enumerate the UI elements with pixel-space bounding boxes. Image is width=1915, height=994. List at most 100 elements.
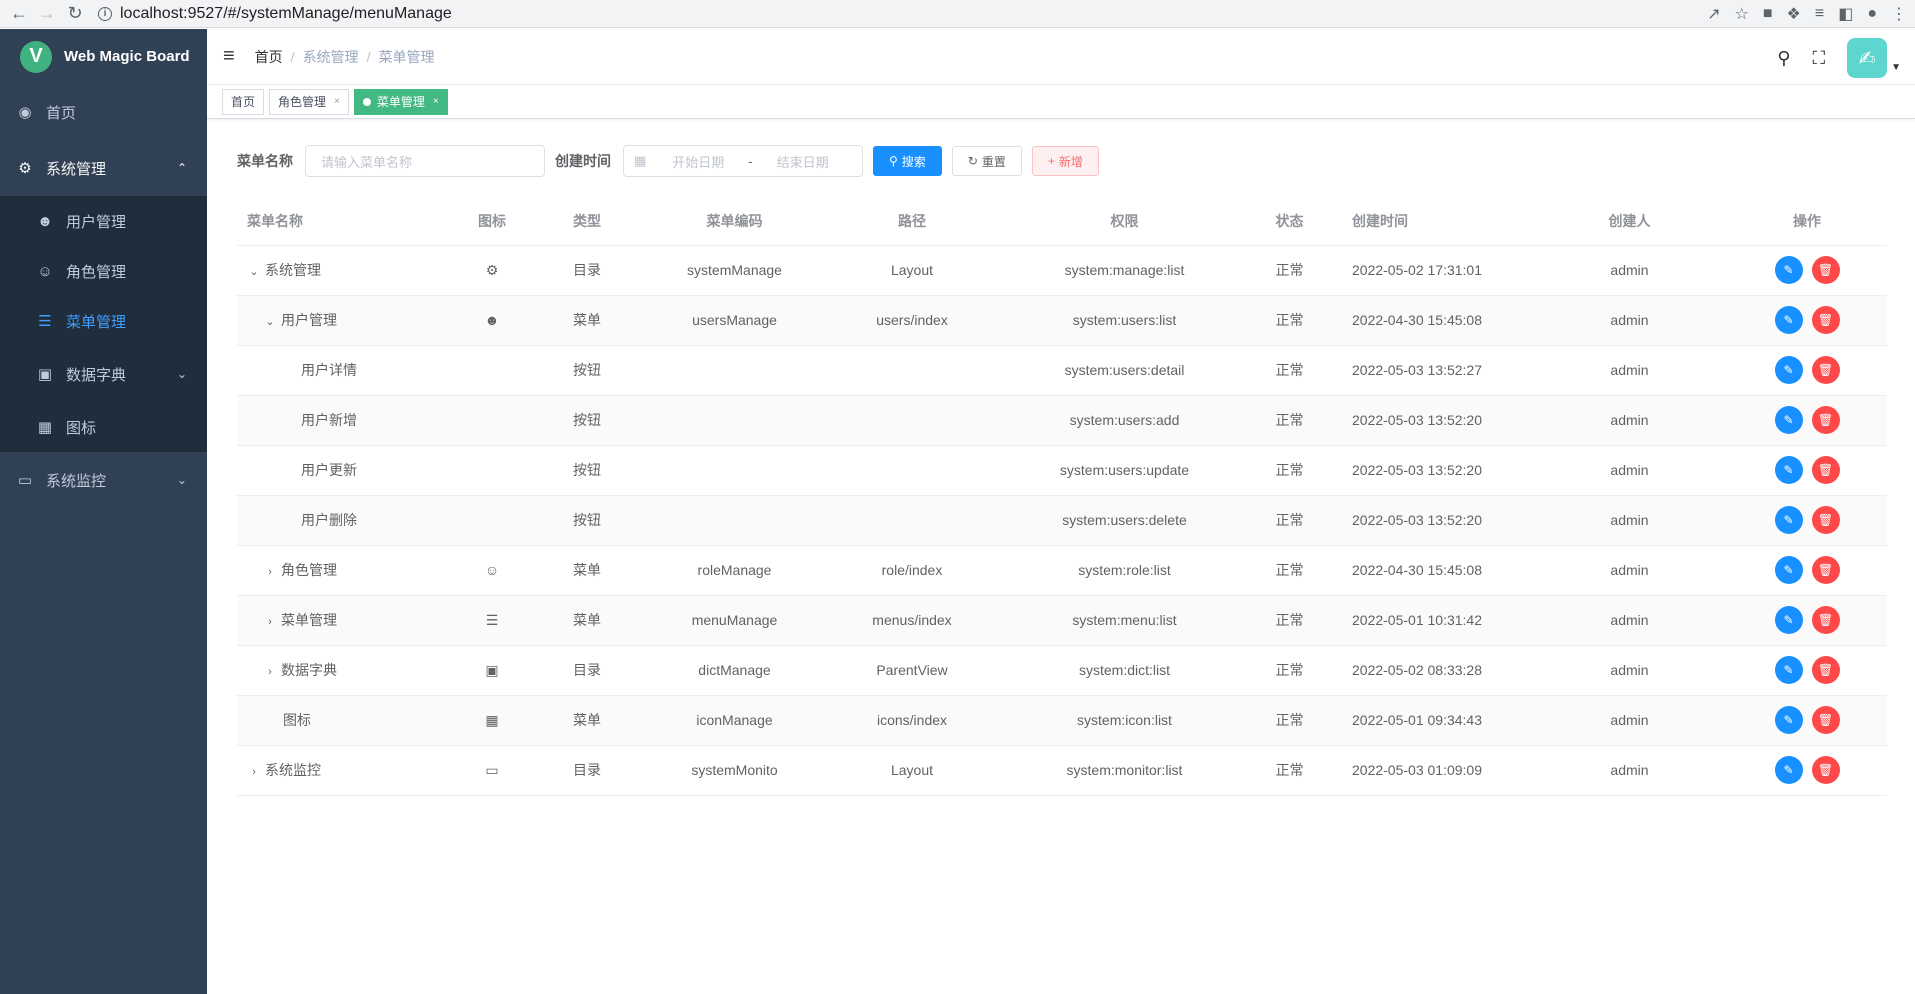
close-icon[interactable]: × [334,96,340,107]
delete-button[interactable]: 🗑 [1811,756,1840,784]
close-icon[interactable]: × [433,96,439,107]
tag-home[interactable]: 首页 [222,88,265,115]
expand-right-icon[interactable]: › [263,616,277,628]
tag-menus[interactable]: 菜单管理 × [353,88,448,115]
edit-button[interactable]: ✎ [1774,606,1803,634]
monitor-icon: ▭ [17,472,33,489]
search-button[interactable]: ⚲ 搜索 [873,146,942,176]
sidebar-item-menus[interactable]: ☰ 菜单管理 [0,296,207,346]
cell-actions: ✎ 🗑 [1727,245,1887,296]
column-header: 路径 [812,197,1012,246]
button-label: 新增 [1058,154,1083,169]
menu-name: 数据字典 [281,662,337,678]
menu-name: 角色管理 [281,562,337,578]
edit-button[interactable]: ✎ [1774,306,1803,334]
delete-button[interactable]: 🗑 [1811,606,1840,634]
sidebar-item-home[interactable]: ◉ 首页 [0,84,207,140]
cell-code: iconManage [657,695,812,746]
cell-actions: ✎ 🗑 [1727,545,1887,596]
start-date-input[interactable]: 开始日期 [660,152,736,171]
cell-created-time: 2022-05-03 13:52:20 [1342,495,1532,546]
delete-button[interactable]: 🗑 [1811,656,1840,684]
extension-icon[interactable]: ■ [1763,5,1773,23]
expand-down-icon[interactable]: ⌄ [263,315,277,328]
table-row: 用户删除 按钮 system:users:delete 正常 2022-05-03 13… [237,495,1887,546]
cell-actions: ✎ 🗑 [1727,295,1887,346]
sidebar-item-monitor[interactable]: ▭ 系统监控 ⌄ [0,452,207,508]
table-row: › 数据字典 ▣ 目录 dictManage ParentView system:dict:… [237,645,1887,696]
end-date-input[interactable]: 结束日期 [765,152,841,171]
reading-list-icon[interactable]: ≡ [1815,5,1824,23]
caret-down-icon[interactable]: ▼ [1891,62,1901,73]
cell-type: 目录 [517,745,657,796]
expand-right-icon[interactable]: › [247,766,261,778]
cell-creator: admin [1532,595,1727,646]
sidebar-item-roles[interactable]: ☺ 角色管理 [0,246,207,296]
edit-button[interactable]: ✎ [1774,356,1803,384]
cell-name: 用户删除 [237,495,467,546]
button-label: 重置 [981,154,1006,169]
breadcrumb-home[interactable]: 首页 [255,47,283,67]
expand-right-icon[interactable]: › [263,566,277,578]
edit-button[interactable]: ✎ [1774,706,1803,734]
cell-creator: admin [1532,345,1727,396]
date-range-picker[interactable]: ▦ 开始日期 - 结束日期 [623,145,863,177]
reset-button[interactable]: ↻ 重置 [951,146,1022,176]
star-icon[interactable]: ☆ [1735,4,1749,24]
cell-creator: admin [1532,295,1727,346]
add-button[interactable]: + 新增 [1031,146,1099,176]
cell-code [657,495,812,546]
expand-down-icon[interactable]: ⌄ [247,265,261,278]
hamburger-icon[interactable]: ≡ [223,45,235,68]
cell-created-time: 2022-05-03 13:52:20 [1342,445,1532,496]
column-header: 状态 [1237,197,1342,246]
sidebar-item-system[interactable]: ⚙ 系统管理 ⌃ [0,140,207,196]
edit-button[interactable]: ✎ [1774,406,1803,434]
delete-button[interactable]: 🗑 [1811,506,1840,534]
avatar[interactable]: ✍ [1847,38,1888,78]
delete-button[interactable]: 🗑 [1811,406,1840,434]
trash-icon: 🗑 [1817,363,1834,377]
delete-button[interactable]: 🗑 [1811,456,1840,484]
fullscreen-icon[interactable]: ⛶ [1812,48,1825,69]
cell-name: 图标 [237,695,467,746]
cell-name: › 角色管理 [237,545,467,596]
cell-creator: admin [1532,445,1727,496]
edit-icon: ✎ [1783,763,1794,777]
sidepanel-icon[interactable]: ◧ [1838,4,1853,24]
cell-type: 按钮 [517,495,657,546]
delete-button[interactable]: 🗑 [1811,256,1840,284]
delete-button[interactable]: 🗑 [1811,706,1840,734]
sidebar-item-dict[interactable]: ▣ 数据字典 ⌄ [0,346,207,402]
sidebar-item-icons[interactable]: ▦ 图标 [0,402,207,452]
app-logo[interactable]: V Web Magic Board [0,29,207,84]
edit-button[interactable]: ✎ [1774,506,1803,534]
more-icon[interactable]: ⋮ [1891,4,1907,24]
back-icon[interactable]: ← [8,3,30,25]
cell-path: Layout [812,245,1012,296]
delete-button[interactable]: 🗑 [1811,356,1840,384]
edit-button[interactable]: ✎ [1774,656,1803,684]
delete-button[interactable]: 🗑 [1811,306,1840,334]
expand-right-icon[interactable]: › [263,666,277,678]
edit-button[interactable]: ✎ [1774,456,1803,484]
cell-actions: ✎ 🗑 [1727,695,1887,746]
menu-name-input[interactable]: 请输入菜单名称 [305,145,545,177]
puzzle-icon[interactable]: ❖ [1787,4,1801,24]
info-icon[interactable]: i [98,6,112,21]
edit-button[interactable]: ✎ [1774,556,1803,584]
forward-icon[interactable]: → [36,3,58,25]
sidebar-item-users[interactable]: ☻ 用户管理 [0,196,207,246]
edit-button[interactable]: ✎ [1774,756,1803,784]
share-icon[interactable]: ↗ [1707,4,1720,24]
tag-roles[interactable]: 角色管理 × [269,88,349,115]
reload-icon[interactable]: ↻ [64,3,86,25]
profile-icon[interactable]: ● [1867,5,1877,23]
delete-button[interactable]: 🗑 [1811,556,1840,584]
cell-path: menus/index [812,595,1012,646]
edit-button[interactable]: ✎ [1774,256,1803,284]
sidebar-item-label: 菜单管理 [66,313,127,331]
cell-path: icons/index [812,695,1012,746]
search-icon[interactable]: ⚲ [1777,48,1790,69]
address-bar[interactable]: i localhost:9527/#/systemManage/menuMana… [92,3,1707,25]
